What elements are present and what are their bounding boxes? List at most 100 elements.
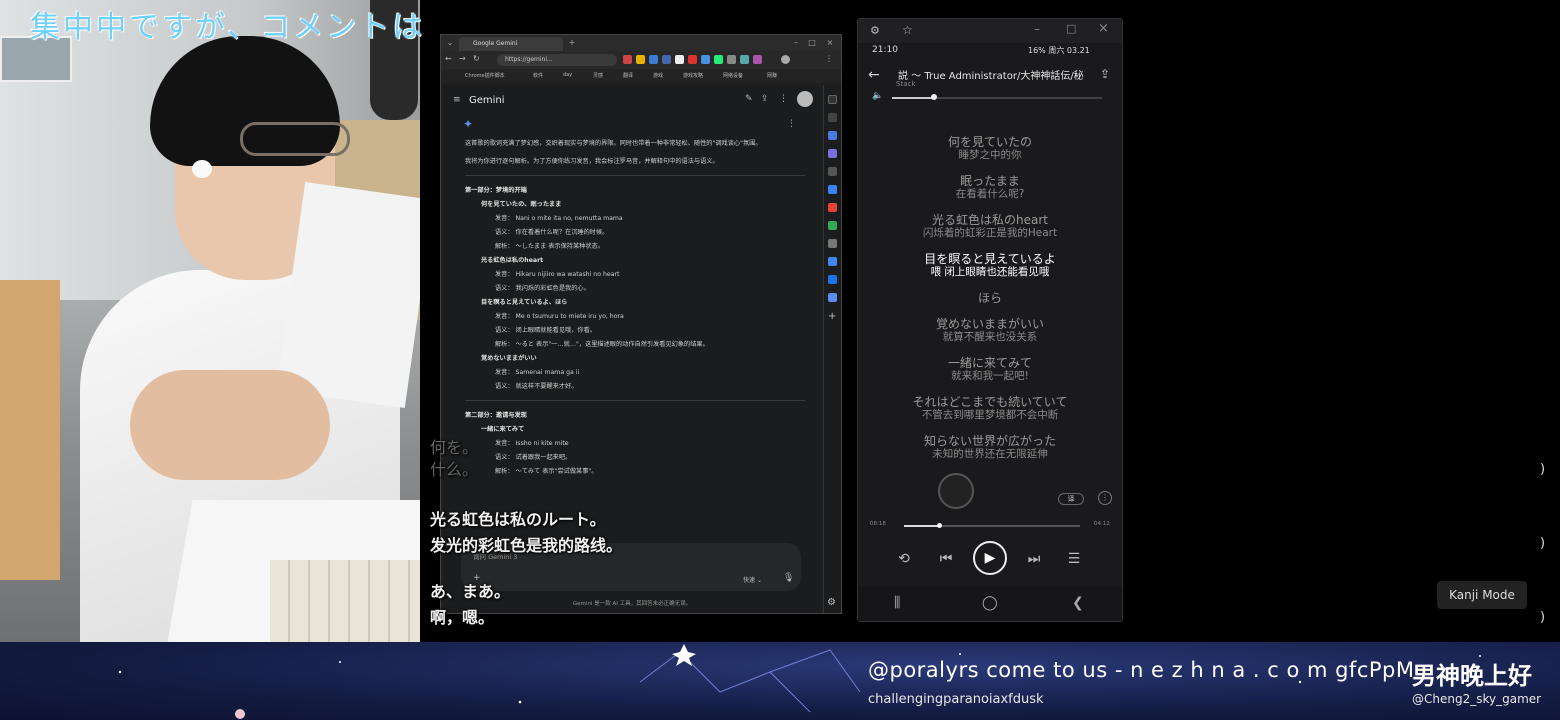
reload-icon[interactable]: ↻ <box>473 54 483 66</box>
pin-star-icon[interactable]: ☆ <box>902 23 913 37</box>
panel-icon[interactable] <box>828 185 837 194</box>
microphone-icon[interactable]: 🎙 <box>783 573 794 583</box>
extension-icon[interactable] <box>753 55 762 64</box>
volume-knob[interactable] <box>931 94 937 100</box>
lyric-line[interactable]: それはどこまでも続いていて 不管去到哪里梦境都不会中断 <box>858 395 1122 422</box>
edit-icon[interactable]: ✎ <box>745 94 753 104</box>
lyric-line[interactable]: 知らない世界が広がった 未知的世界还在无限延伸 <box>858 434 1122 461</box>
bookmark-item[interactable]: 软件 <box>533 72 543 79</box>
tab-strip: ⌄ Google Gemini + – □ × <box>441 35 841 51</box>
more-icon[interactable]: ⋮ <box>1098 491 1112 505</box>
extension-icon[interactable] <box>714 55 723 64</box>
bookmark-item[interactable]: 翻译 <box>623 72 633 79</box>
response-more-icon[interactable]: ⋮ <box>787 119 796 129</box>
lyric-item: 目を瞑ると見えているよ、ほら <box>481 299 568 306</box>
panel-icon[interactable] <box>828 167 837 176</box>
recents-icon[interactable]: ⫼ <box>894 595 900 611</box>
detail-line: 语义： 闭上眼睛就能看见哦，你看。 <box>495 327 596 334</box>
lyric-line[interactable]: ほら <box>858 291 1122 305</box>
bookmark-item[interactable]: 游戏 <box>653 72 663 79</box>
play-button[interactable]: ▶ <box>973 541 1007 575</box>
lyric-translation: 不管去到哪里梦境都不会中断 <box>921 409 1059 421</box>
close-icon[interactable]: × <box>825 38 835 48</box>
tab-menu-icon[interactable]: ⌄ <box>445 38 455 48</box>
artist-name: Stack <box>896 80 916 88</box>
volume-slider[interactable] <box>892 94 1102 100</box>
caption-line: 什么。 <box>430 460 479 479</box>
bookmark-item[interactable]: 游戏攻略 <box>683 72 703 79</box>
caption-line: 发光的彩虹色是我的路线。 <box>430 536 623 555</box>
close-icon[interactable]: × <box>1098 21 1109 36</box>
kanji-mode-badge[interactable]: Kanji Mode <box>1437 581 1527 609</box>
hamburger-menu-icon[interactable]: ≡ <box>453 95 461 105</box>
bookmark-item[interactable]: day <box>563 72 572 78</box>
mode-selector[interactable]: 快速 ⌄ <box>743 575 762 584</box>
add-panel-icon[interactable]: + <box>828 311 836 322</box>
more-icon[interactable]: ⋮ <box>779 94 788 104</box>
minimize-icon[interactable]: – <box>791 38 801 48</box>
progress-slider[interactable] <box>904 523 1080 528</box>
panel-icon[interactable] <box>828 131 837 140</box>
bookmark-item[interactable]: Chrome插件脚本 <box>465 72 505 79</box>
nav-back-icon[interactable]: ❮ <box>1072 595 1084 611</box>
url-field[interactable]: https://gemini... <box>497 54 617 66</box>
progress-knob[interactable] <box>937 523 943 528</box>
extension-icon[interactable] <box>636 55 645 64</box>
back-arrow-icon[interactable]: ← <box>868 67 880 83</box>
extension-icon[interactable] <box>727 55 736 64</box>
lyric-line[interactable]: 目を瞑ると見えているよ喂 闭上眼睛也还能看见哦 <box>858 252 1122 279</box>
progress-fill <box>904 525 940 527</box>
profile-avatar[interactable] <box>781 55 790 64</box>
extension-icon[interactable] <box>649 55 658 64</box>
playlist-icon[interactable]: ☰ <box>1064 549 1084 569</box>
bookmark-item[interactable]: 网络设备 <box>723 72 743 79</box>
lyric-line[interactable]: 一緒に来てみて 就来和我一起吧! <box>858 356 1122 383</box>
previous-icon[interactable]: ⏮ <box>936 549 956 569</box>
lyric-japanese: 一緒に来てみて <box>947 356 1032 370</box>
panel-icon[interactable] <box>828 149 837 158</box>
panel-icon[interactable] <box>828 257 837 266</box>
share-icon[interactable]: ⇪ <box>761 94 769 104</box>
panel-icon[interactable] <box>828 203 837 212</box>
panel-icon[interactable] <box>828 239 837 248</box>
tab-gemini[interactable]: Google Gemini <box>459 37 563 51</box>
lyric-line[interactable]: 覚めないままがいい 就算不醒来也没关系 <box>858 317 1122 344</box>
minimize-icon[interactable]: – <box>1034 22 1040 36</box>
extension-icon[interactable] <box>740 55 749 64</box>
back-icon[interactable]: ← <box>445 54 455 66</box>
extension-icon[interactable] <box>701 55 710 64</box>
lyric-japanese: ほら <box>977 291 1002 305</box>
bookmark-item[interactable]: 灵感 <box>593 72 603 79</box>
new-tab-icon[interactable]: + <box>567 38 577 48</box>
detail-line: 解析： 〜したまま 表示保持某种状态。 <box>495 243 604 250</box>
panel-icon[interactable] <box>828 113 837 122</box>
maximize-icon[interactable]: □ <box>807 38 817 48</box>
bookmark-item[interactable]: 网赚 <box>767 72 777 79</box>
player-header: ← 説 ～ True Administrator/大神神話伝/秘 Stack ⇪ <box>858 61 1122 89</box>
panel-icon[interactable] <box>828 95 837 104</box>
lyric-line[interactable]: 光る虹色は私のheart 闪烁着的虹彩正是我的Heart <box>858 213 1122 240</box>
maximize-icon[interactable]: □ <box>1066 22 1076 35</box>
extension-icon[interactable] <box>675 55 684 64</box>
lyric-line[interactable]: 眠ったまま 在看着什么呢? <box>858 174 1122 201</box>
extension-icon[interactable] <box>662 55 671 64</box>
settings-gear-icon[interactable]: ⚙ <box>870 24 880 37</box>
menu-icon[interactable]: ⋮ <box>825 54 835 66</box>
settings-gear-icon[interactable]: ⚙ <box>827 597 836 608</box>
extension-icon[interactable] <box>623 55 632 64</box>
avatar[interactable] <box>797 91 813 107</box>
divider <box>465 175 805 176</box>
app-title: Gemini <box>469 95 505 106</box>
next-icon[interactable]: ⏭ <box>1024 549 1044 569</box>
panel-icon[interactable] <box>828 221 837 230</box>
extension-icon[interactable] <box>688 55 697 64</box>
forward-icon[interactable]: → <box>459 54 469 66</box>
panel-icon[interactable] <box>828 293 837 302</box>
translate-toggle[interactable]: 译 <box>1058 493 1084 505</box>
repeat-icon[interactable]: ⟲ <box>894 549 914 569</box>
panel-icon[interactable] <box>828 275 837 284</box>
home-icon[interactable]: ◯ <box>982 595 998 611</box>
share-icon[interactable]: ⇪ <box>1100 67 1110 81</box>
elapsed-time: 08:18 <box>870 521 886 527</box>
lyric-line[interactable]: 何を見ていたの 睡梦之中的你 <box>858 135 1122 162</box>
